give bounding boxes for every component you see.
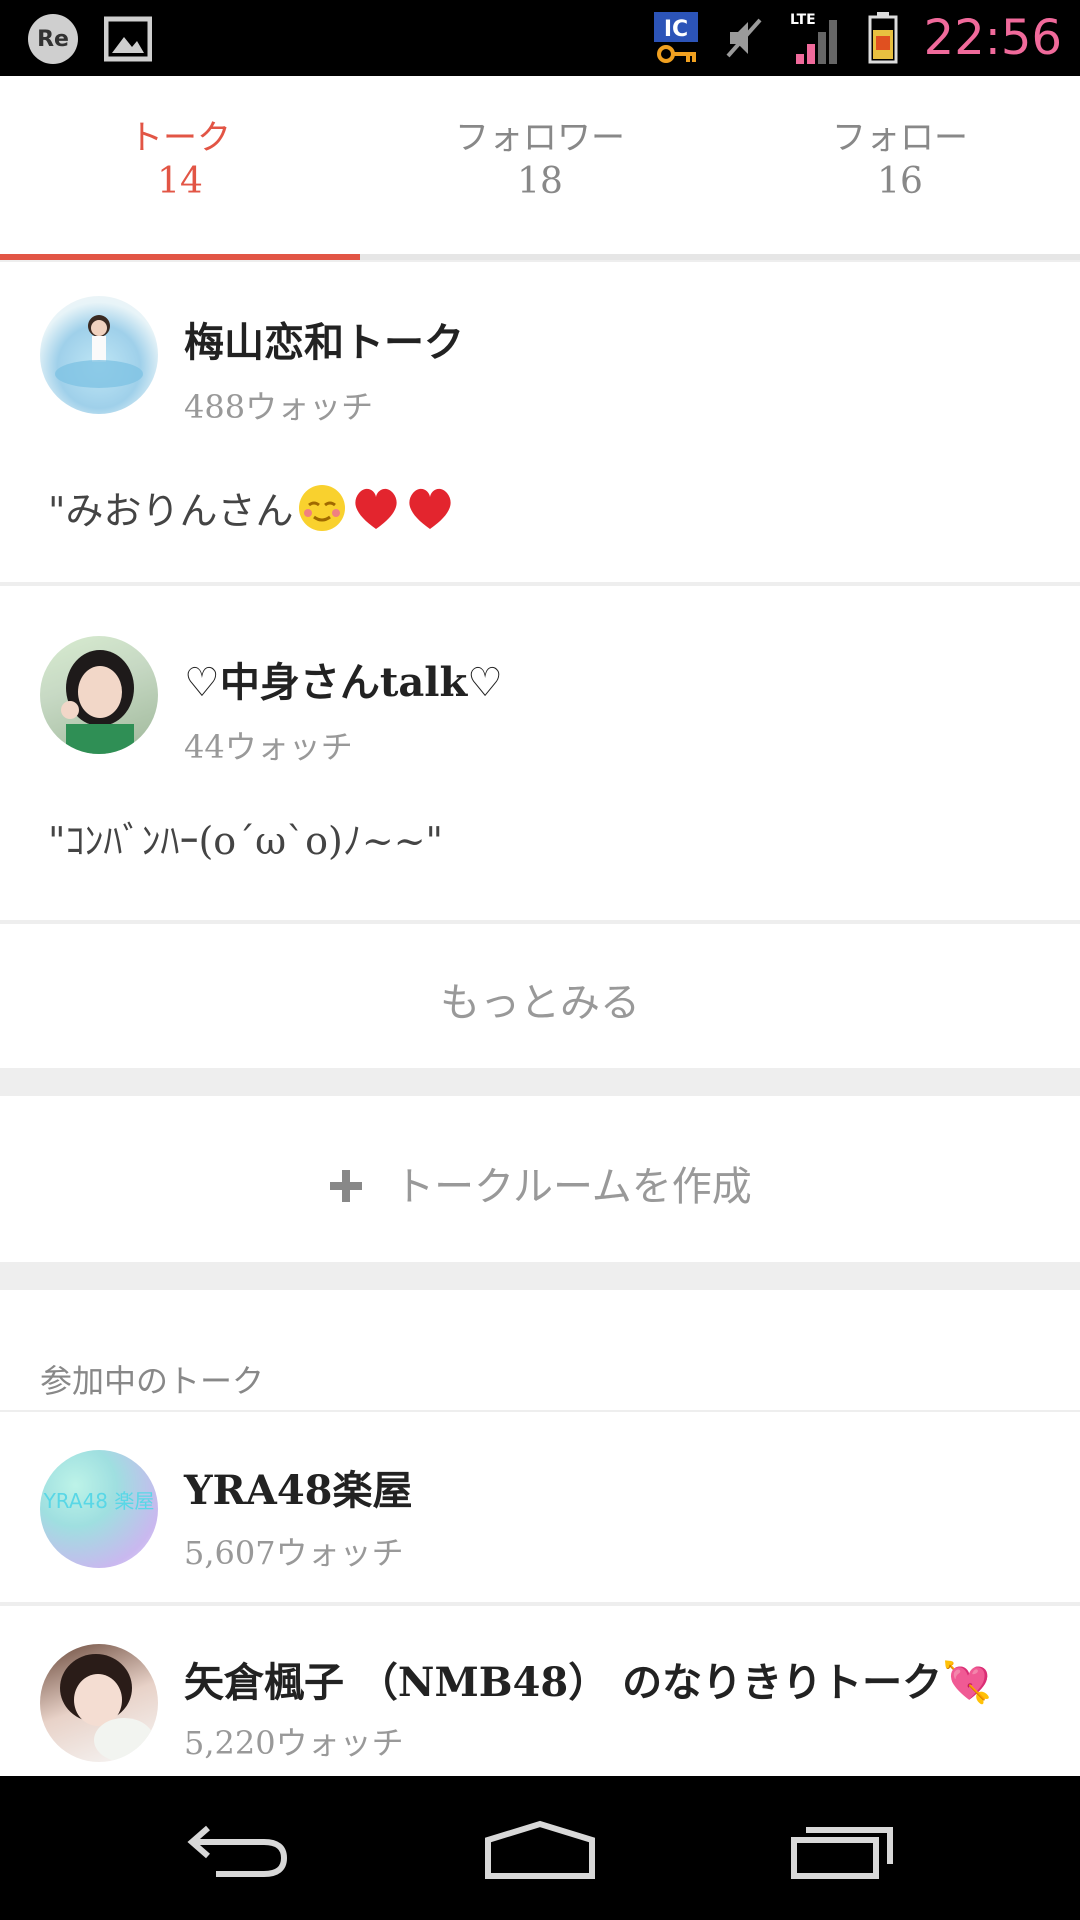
clock: 22:56 (923, 10, 1062, 66)
battery-icon (868, 12, 898, 64)
more-button[interactable]: もっとみる (0, 924, 1080, 1068)
last-message: "ｺﾝﾊﾞﾝﾊｰ(o´ω`o)ﾉ~~" (48, 819, 444, 863)
navigation-bar (0, 1776, 1080, 1920)
tab-followers[interactable]: フォロワー 18 (360, 116, 720, 204)
tab-label: フォロー (832, 118, 968, 158)
avatar: YRA48 楽屋 (40, 1450, 158, 1568)
svg-text:LTE: LTE (790, 12, 816, 28)
joined-talk-item[interactable]: YRA48 楽屋 YRA48楽屋 5,607ウォッチ (0, 1412, 1080, 1602)
watch-count: 44ウォッチ (184, 728, 353, 766)
talk-title: YRA48楽屋 (184, 1467, 413, 1514)
tab-count: 16 (877, 161, 923, 202)
tab-following[interactable]: フォロー 16 (720, 116, 1080, 204)
lte-signal-icon: LTE (790, 12, 837, 64)
talk-title: 矢倉楓子 （NMB48） のなりきりトーク💘 (184, 1659, 992, 1706)
tab-label: フォロワー (455, 118, 625, 158)
blush-face-emoji (299, 484, 346, 531)
last-message: "みおりんさん (48, 480, 455, 535)
tab-bar: トーク 14 フォロワー 18 フォロー 16 (0, 76, 1080, 260)
tab-count: 18 (517, 161, 563, 202)
joined-section-header: 参加中のトーク (0, 1290, 1080, 1410)
watch-count: 5,607ウォッチ (184, 1534, 404, 1572)
tab-count: 14 (157, 161, 203, 202)
heart-emoji (355, 488, 398, 529)
mute-icon (726, 18, 762, 58)
avatar (40, 296, 158, 414)
watch-count: 5,220ウォッチ (184, 1724, 404, 1762)
plus-icon (330, 1170, 363, 1202)
tab-label: トーク (129, 118, 231, 158)
watch-count: 488ウォッチ (184, 388, 374, 426)
more-label: もっとみる (440, 980, 640, 1026)
talk-card[interactable]: ♡中身さんtalk♡ 44ウォッチ "ｺﾝﾊﾞﾝﾊｰ(o´ω`o)ﾉ~~" (0, 586, 1080, 920)
home-icon[interactable] (484, 1820, 596, 1880)
avatar (40, 1644, 158, 1762)
back-icon[interactable] (186, 1820, 290, 1880)
joined-talk-item[interactable]: 矢倉楓子 （NMB48） のなりきりトーク💘 5,220ウォッチ (0, 1606, 1080, 1776)
message-text: "みおりんさん (48, 489, 294, 533)
section-title: 参加中のトーク (40, 1362, 265, 1400)
ic-key-icon: IC (653, 12, 698, 63)
tab-indicator (0, 254, 360, 260)
tab-talk[interactable]: トーク 14 (0, 116, 360, 204)
create-row: トークルームを作成 (0, 1154, 1080, 1212)
talk-title: ♡中身さんtalk♡ (184, 659, 504, 706)
talk-title: 梅山恋和トーク (184, 319, 464, 366)
avatar-text: YRA48 楽屋 (43, 1489, 155, 1513)
svg-text:IC: IC (664, 17, 688, 42)
recents-icon[interactable] (790, 1820, 894, 1880)
avatar (40, 636, 158, 754)
image-icon (104, 16, 152, 62)
create-talk-room-button[interactable]: トークルームを作成 (0, 1096, 1080, 1262)
heart-emoji (409, 488, 452, 529)
talk-card[interactable]: 梅山恋和トーク 488ウォッチ "みおりんさん (0, 262, 1080, 582)
status-bar: Re IC LTE 22:56 (0, 0, 1080, 76)
create-label: トークルームを作成 (394, 1164, 752, 1210)
re-icon: Re (28, 14, 78, 64)
